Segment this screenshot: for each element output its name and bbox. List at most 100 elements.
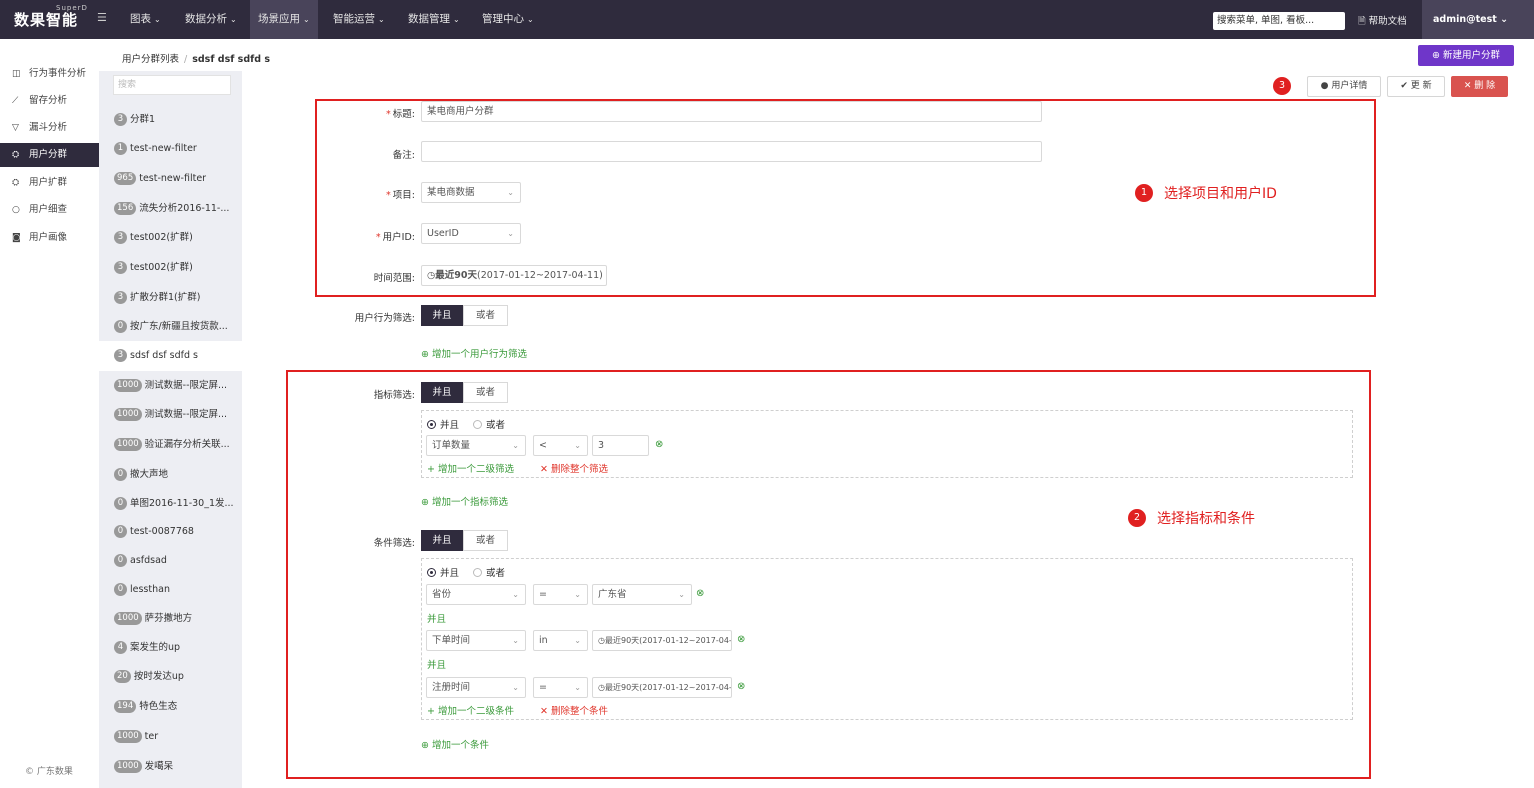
metric-op-select[interactable]: < ⌄ bbox=[533, 435, 588, 456]
info-icon: ● bbox=[1320, 81, 1329, 91]
cond-radio-and[interactable]: 并且 bbox=[427, 565, 459, 579]
sidebar-item-retention[interactable]: ⟋ 留存分析 bbox=[0, 89, 99, 113]
delete-filter-link[interactable]: ✕ 删除整个筛选 bbox=[540, 461, 608, 475]
sidebar-item-event[interactable]: ◫ 行为事件分析 bbox=[0, 62, 99, 86]
list-item-label: 按广东/新疆且按货款... bbox=[130, 321, 228, 332]
list-item-label: 单图2016-11-30_1发... bbox=[130, 498, 234, 509]
list-item-label: 扩散分群1(扩群) bbox=[130, 292, 201, 303]
cond-date-picker[interactable]: ◷最近90天(2017-01-12~2017-04-11) bbox=[592, 630, 732, 651]
metric-radio-and[interactable]: 并且 bbox=[427, 417, 459, 431]
cond-or-button[interactable]: 或者 bbox=[463, 530, 508, 551]
menu-icon[interactable]: ☰ bbox=[97, 12, 107, 23]
list-item[interactable]: 0 按广东/新疆且按货款... bbox=[99, 312, 242, 342]
delete-button[interactable]: ✕ 删 除 bbox=[1451, 76, 1508, 97]
sidebar-item-lookup[interactable]: ○ 用户细查 bbox=[0, 198, 99, 222]
list-item[interactable]: 194 特色生态 bbox=[99, 692, 242, 722]
metric-field-select[interactable]: 订单数量 ⌄ bbox=[426, 435, 526, 456]
list-item[interactable]: 1000 ter bbox=[99, 722, 242, 752]
cond-field-select[interactable]: 下单时间 ⌄ bbox=[426, 630, 526, 651]
behavior-and-button[interactable]: 并且 bbox=[421, 305, 463, 326]
copyright: © 广东数果 bbox=[25, 767, 73, 777]
list-item[interactable]: 0 单图2016-11-30_1发... bbox=[99, 489, 242, 519]
list-item[interactable]: 1000 验证漏存分析关联... bbox=[99, 430, 242, 460]
count-badge: 1000 bbox=[114, 438, 142, 451]
metric-value-input[interactable]: 3 bbox=[592, 435, 649, 456]
behavior-or-button[interactable]: 或者 bbox=[463, 305, 508, 326]
list-item[interactable]: 3 sdsf dsf sdfd s bbox=[99, 341, 242, 371]
count-badge: 1000 bbox=[114, 408, 142, 421]
list-item[interactable]: 3 test002(扩群) bbox=[99, 253, 242, 283]
sidebar-item-expand[interactable]: ⛭ 用户扩群 bbox=[0, 171, 99, 195]
cond-field-select[interactable]: 省份 ⌄ bbox=[426, 584, 526, 605]
update-button[interactable]: ✔ 更 新 bbox=[1387, 76, 1445, 97]
list-item[interactable]: 1000 测试数据--限定屏... bbox=[99, 400, 242, 430]
chevron-down-icon: ⌄ bbox=[512, 636, 519, 645]
check-circle-icon: ⊗ bbox=[737, 634, 746, 645]
list-item[interactable]: 1000 发噶呆 bbox=[99, 752, 242, 782]
user-details-button[interactable]: ● 用户详情 bbox=[1307, 76, 1381, 97]
list-search-input[interactable]: 搜索 bbox=[113, 75, 231, 95]
count-badge: 3 bbox=[114, 231, 127, 244]
list-item[interactable]: 3 test002(扩群) bbox=[99, 223, 242, 253]
logo[interactable]: 数果智能 SuperD bbox=[14, 4, 87, 30]
list-item[interactable]: 1 test-new-filter bbox=[99, 134, 242, 164]
new-group-button[interactable]: ⊕ 新建用户分群 bbox=[1418, 45, 1514, 66]
chevron-down-icon: ⌄ bbox=[574, 590, 581, 599]
nav-operation[interactable]: 智能运营 ⌄ bbox=[325, 0, 393, 39]
list-item[interactable]: 1000 测试数据--限定屏... bbox=[99, 371, 242, 401]
list-item-label: test-new-filter bbox=[139, 173, 207, 184]
nav-admin[interactable]: 管理中心 ⌄ bbox=[474, 0, 542, 39]
list-item[interactable]: 0 asfdsad bbox=[99, 546, 242, 576]
cond-radio-or[interactable]: 或者 bbox=[473, 565, 505, 579]
add-cond-link[interactable]: ⊕ 增加一个条件 bbox=[421, 737, 489, 751]
cond-and-button[interactable]: 并且 bbox=[421, 530, 463, 551]
list-item[interactable]: 0 lessthan bbox=[99, 575, 242, 605]
behavior-label: 用户行为筛选: bbox=[354, 313, 415, 324]
list-item[interactable]: 965 test-new-filter bbox=[99, 164, 242, 194]
list-item[interactable]: 0 test-0087768 bbox=[99, 517, 242, 547]
count-badge: 156 bbox=[114, 202, 137, 215]
user-menu[interactable]: admin@test ⌄ bbox=[1422, 0, 1534, 39]
cond-op-select[interactable]: = ⌄ bbox=[533, 584, 588, 605]
cond-op-select[interactable]: in ⌄ bbox=[533, 630, 588, 651]
list-item-label: 案发生的up bbox=[130, 642, 181, 653]
metric-and-button[interactable]: 并且 bbox=[421, 382, 463, 403]
list-item-label: 特色生态 bbox=[139, 701, 178, 712]
list-item[interactable]: 4 案发生的up bbox=[99, 633, 242, 663]
list-item[interactable]: 3 扩散分群1(扩群) bbox=[99, 283, 242, 313]
nav-chart[interactable]: 图表 ⌄ bbox=[122, 0, 169, 39]
clock-icon: ◷ bbox=[598, 636, 605, 645]
add-sub-filter-link[interactable]: + 增加一个二级筛选 bbox=[427, 461, 514, 475]
search-input[interactable]: 搜索菜单, 单图, 看板... bbox=[1213, 12, 1345, 30]
add-behavior-link[interactable]: ⊕ 增加一个用户行为筛选 bbox=[421, 346, 527, 360]
cond-field-select[interactable]: 注册时间 ⌄ bbox=[426, 677, 526, 698]
list-item[interactable]: 1000 萨芬撒地方 bbox=[99, 604, 242, 634]
add-metric-link[interactable]: ⊕ 增加一个指标筛选 bbox=[421, 494, 508, 508]
metric-radio-or[interactable]: 或者 bbox=[473, 417, 505, 431]
sidebar-item-group[interactable]: ⛭ 用户分群 bbox=[0, 143, 99, 167]
list-item[interactable]: 0 撤大声地 bbox=[99, 460, 242, 490]
list-item[interactable]: 156 流失分析2016-11-... bbox=[99, 194, 242, 224]
top-bar: 数果智能 SuperD ☰ 图表 ⌄ 数据分析 ⌄ 场景应用 ⌄ 智能运营 ⌄ 数据管理 ⌄… bbox=[0, 0, 1534, 39]
close-icon: ✕ bbox=[540, 706, 548, 717]
cond-value-select[interactable]: 广东省 ⌄ bbox=[592, 584, 692, 605]
help-link[interactable]: 🗎 帮助文档 bbox=[1358, 13, 1407, 30]
add-sub-cond-link[interactable]: + 增加一个二级条件 bbox=[427, 703, 514, 717]
behavior-logic-toggle: 并且 或者 bbox=[421, 305, 508, 326]
cond-date-picker[interactable]: ◷最近90天(2017-01-12~2017-04-11) bbox=[592, 677, 732, 698]
sidebar-item-portrait[interactable]: ◙ 用户画像 bbox=[0, 226, 99, 250]
nav-data[interactable]: 数据管理 ⌄ bbox=[400, 0, 468, 39]
count-badge: 4 bbox=[114, 641, 127, 654]
annotation-2: 2 bbox=[1128, 509, 1146, 527]
count-badge: 0 bbox=[114, 525, 127, 538]
sidebar-item-funnel[interactable]: ▽ 漏斗分析 bbox=[0, 116, 99, 140]
cond-op-select[interactable]: = ⌄ bbox=[533, 677, 588, 698]
nav-scene[interactable]: 场景应用 ⌄ bbox=[250, 0, 318, 39]
list-item[interactable]: 20 按时发达up bbox=[99, 662, 242, 692]
breadcrumb-parent[interactable]: 用户分群列表 bbox=[122, 54, 179, 65]
chevron-down-icon: ⌄ bbox=[574, 636, 581, 645]
metric-or-button[interactable]: 或者 bbox=[463, 382, 508, 403]
delete-cond-link[interactable]: ✕ 删除整个条件 bbox=[540, 703, 608, 717]
nav-analysis[interactable]: 数据分析 ⌄ bbox=[177, 0, 245, 39]
list-item[interactable]: 3 分群1 bbox=[99, 105, 242, 135]
